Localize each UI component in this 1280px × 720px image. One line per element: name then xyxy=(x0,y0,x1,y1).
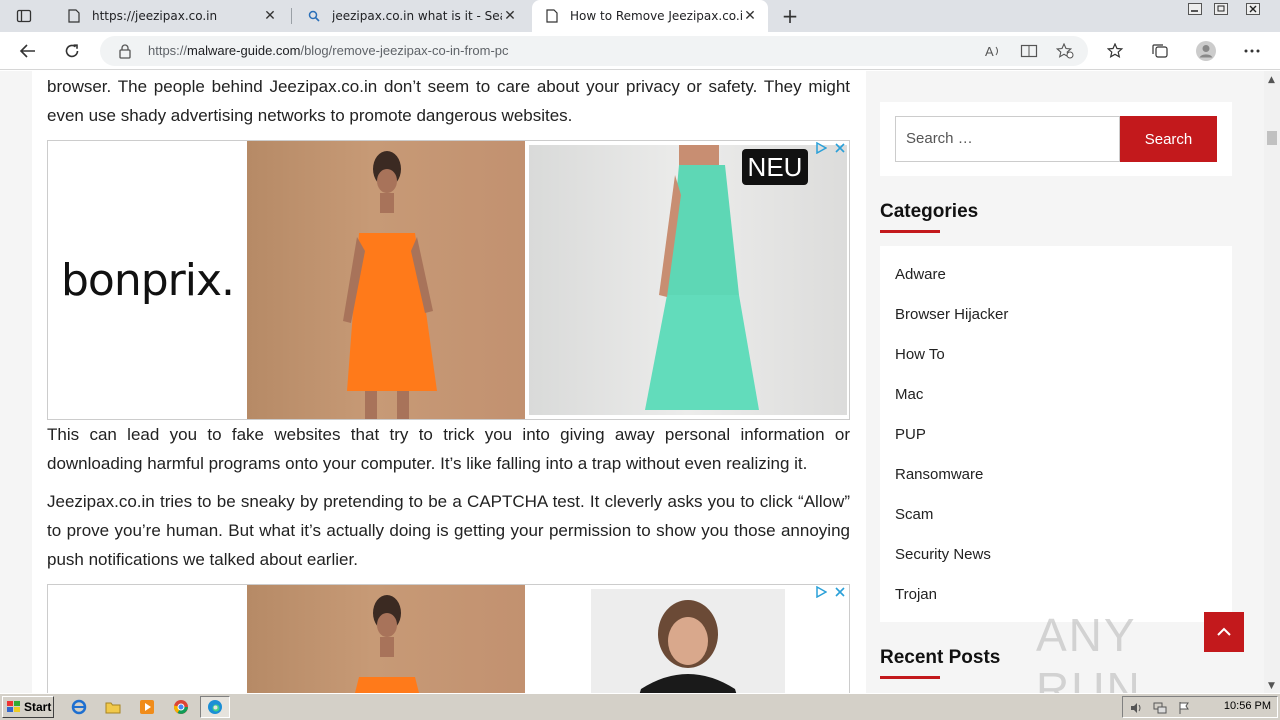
ad-image[interactable] xyxy=(591,589,785,693)
network-icon[interactable] xyxy=(1153,700,1167,719)
flag-icon[interactable] xyxy=(1177,700,1191,719)
folder-icon[interactable] xyxy=(102,697,124,717)
edge-icon xyxy=(208,700,222,714)
category-link[interactable]: Adware xyxy=(895,266,946,283)
favorites-icon[interactable] xyxy=(1102,38,1130,64)
advertisement[interactable] xyxy=(47,584,850,693)
ad-choices-icon[interactable] xyxy=(815,585,845,599)
read-aloud-icon[interactable]: A xyxy=(982,41,1004,61)
url-prefix: https:// xyxy=(148,43,188,58)
volume-icon[interactable] xyxy=(1129,700,1143,719)
more-menu-icon[interactable] xyxy=(1238,38,1266,64)
categories-widget: Adware Browser Hijacker How To Mac PUP R… xyxy=(880,246,1232,622)
ad-image[interactable] xyxy=(247,585,525,693)
category-link[interactable]: How To xyxy=(895,346,945,363)
chrome-icon[interactable] xyxy=(170,697,192,717)
tab-search[interactable]: jeezipax.co.in what is it - Search ✕ xyxy=(294,0,528,32)
edge-taskbar-button[interactable] xyxy=(200,696,230,718)
advertisement[interactable]: bonprix. NEU xyxy=(47,140,850,420)
scrollbar-thumb[interactable] xyxy=(1267,131,1277,145)
lock-icon[interactable] xyxy=(118,43,132,59)
category-link[interactable]: PUP xyxy=(895,426,926,443)
scroll-down-icon[interactable]: ▼ xyxy=(1268,681,1275,691)
system-tray: 10:56 PM xyxy=(1122,696,1278,718)
category-link[interactable]: Mac xyxy=(895,386,923,403)
windows-taskbar: Start 10:56 PM xyxy=(0,693,1280,720)
immersive-reader-icon[interactable] xyxy=(1018,41,1040,61)
tab-strip: https://jeezipax.co.in ✕ jeezipax.co.in … xyxy=(0,0,1280,32)
ie-icon[interactable] xyxy=(68,697,90,717)
restore-icon[interactable] xyxy=(1208,0,1234,18)
ad-image[interactable] xyxy=(247,141,525,419)
scroll-to-top-button[interactable] xyxy=(1204,612,1244,652)
refresh-icon[interactable] xyxy=(58,38,86,64)
tab-title: How to Remove Jeezipax.co.in f xyxy=(570,9,742,23)
tab-divider xyxy=(291,8,292,24)
page-icon xyxy=(66,8,82,24)
browser-toolbar: https://malware-guide.com/blog/remove-je… xyxy=(0,32,1280,70)
scroll-up-icon[interactable]: ▲ xyxy=(1268,75,1275,85)
profile-avatar[interactable] xyxy=(1192,38,1220,64)
recent-posts-title: Recent Posts xyxy=(880,647,1001,668)
add-favorite-icon[interactable] xyxy=(1054,41,1076,61)
close-icon[interactable]: ✕ xyxy=(502,8,518,24)
address-bar[interactable]: https://malware-guide.com/blog/remove-je… xyxy=(100,36,1088,66)
window-close-icon[interactable] xyxy=(1240,0,1266,18)
url-host: malware-guide.com xyxy=(187,43,301,58)
url-path: /blog/remove-jeezipax-co-in-from-pc xyxy=(300,43,509,58)
title-underline xyxy=(880,676,940,679)
ad-image[interactable] xyxy=(529,145,847,415)
title-underline xyxy=(880,230,940,233)
taskbar-clock: 10:56 PM xyxy=(1223,700,1271,712)
tab-actions-icon[interactable] xyxy=(10,6,38,26)
url-text: https://malware-guide.com/blog/remove-je… xyxy=(148,43,509,58)
media-player-icon[interactable] xyxy=(136,697,158,717)
windows-logo-icon xyxy=(7,701,20,712)
collections-icon[interactable] xyxy=(1146,38,1174,64)
start-button[interactable]: Start xyxy=(2,696,54,718)
new-tab-button[interactable]: + xyxy=(778,4,802,28)
close-icon[interactable]: ✕ xyxy=(742,8,758,24)
search-widget: Search … Search xyxy=(880,102,1232,176)
tab-active-article[interactable]: How to Remove Jeezipax.co.in f ✕ xyxy=(532,0,768,32)
tab-jeezipax[interactable]: https://jeezipax.co.in ✕ xyxy=(54,0,288,32)
ad-choices-icon[interactable] xyxy=(815,141,845,155)
category-link[interactable]: Ransomware xyxy=(895,466,983,483)
article-paragraph: browser. The people behind Jeezipax.co.i… xyxy=(47,77,850,125)
tab-title: https://jeezipax.co.in xyxy=(92,9,218,23)
close-icon[interactable]: ✕ xyxy=(262,8,278,24)
search-input[interactable]: Search … xyxy=(895,116,1120,162)
category-link[interactable]: Scam xyxy=(895,506,933,523)
categories-title: Categories xyxy=(880,201,979,222)
article-paragraph: Jeezipax.co.in tries to be sneaky by pre… xyxy=(47,492,850,569)
ad-badge-label: NEU xyxy=(742,149,808,185)
article-paragraph: This can lead you to fake websites that … xyxy=(47,425,850,473)
back-arrow-icon[interactable] xyxy=(14,38,42,64)
start-label: Start xyxy=(24,700,52,714)
minimize-icon[interactable] xyxy=(1182,0,1208,18)
category-link[interactable]: Browser Hijacker xyxy=(895,306,1008,323)
web-page: browser. The people behind Jeezipax.co.i… xyxy=(0,71,1264,693)
search-icon xyxy=(306,8,322,24)
category-link[interactable]: Security News xyxy=(895,546,991,563)
category-link[interactable]: Trojan xyxy=(895,586,937,603)
tab-title: jeezipax.co.in what is it - Search xyxy=(332,9,502,23)
page-scrollbar[interactable]: ▲ ▼ xyxy=(1264,71,1280,693)
ad-brand-logo: bonprix. xyxy=(60,254,235,306)
search-button[interactable]: Search xyxy=(1120,116,1217,162)
svg-text:A: A xyxy=(985,44,994,59)
page-icon xyxy=(544,8,560,24)
article-content: browser. The people behind Jeezipax.co.i… xyxy=(32,71,866,693)
